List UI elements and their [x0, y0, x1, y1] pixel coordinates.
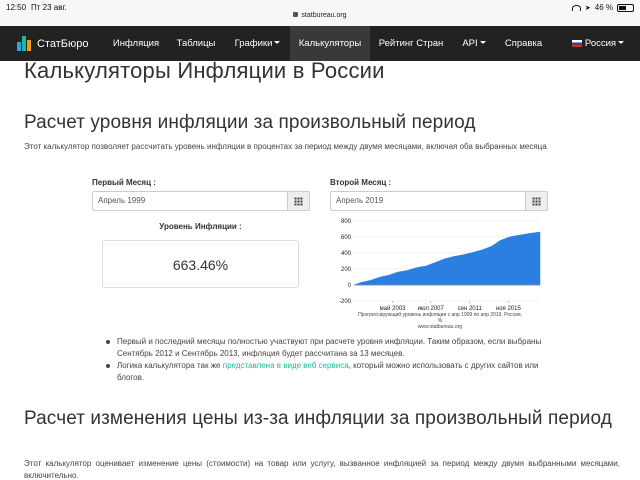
brand-logo-icon: [17, 36, 32, 51]
status-right: ➤ 46 %: [571, 3, 634, 12]
brand-name: СтатБюро: [37, 37, 89, 50]
lock-icon: [293, 12, 299, 17]
nav-item-charts[interactable]: Графики: [226, 26, 289, 61]
nav-item-country[interactable]: Россия: [566, 26, 630, 61]
second-month-picker: Апрель 2019: [330, 191, 548, 211]
nav-item-api[interactable]: API: [454, 26, 494, 61]
location-arrow-icon: ➤: [584, 4, 591, 12]
result-label: Уровень Инфляции :: [159, 222, 242, 231]
section-title-price-change: Расчет изменения цены из-за инфляции за …: [24, 408, 612, 429]
second-month-input[interactable]: Апрель 2019: [330, 191, 526, 211]
list-item: Логика калькулятора так же представлена …: [106, 360, 547, 384]
nav-item-country-rating[interactable]: Рейтинг Стран: [371, 26, 451, 61]
wifi-icon: [571, 4, 581, 11]
list-item: Первый и последний месяцы полностью учас…: [106, 336, 547, 360]
nav-item-inflation[interactable]: Инфляция: [106, 26, 166, 61]
chart-x-tick-label: май 2003: [380, 305, 406, 312]
nav-item-help[interactable]: Справка: [497, 26, 550, 61]
main-navbar: СтатБюро Инфляция Таблицы Графики Кальку…: [0, 26, 640, 61]
chevron-down-icon: [479, 41, 486, 44]
chart-y-tick-label: -200: [339, 299, 352, 305]
chart-y-tick-label: 200: [341, 267, 352, 273]
second-month-label: Второй Месяц :: [330, 178, 392, 187]
battery-icon: [617, 3, 634, 12]
inflation-chart-svg: 8006004002000-200май 2003 июл 2007 сен 201…: [339, 219, 541, 330]
inflation-result: 663.46%: [102, 240, 299, 288]
chart-series-area: [353, 231, 541, 286]
section-lead-price-change: Этот калькулятор оценивает изменение цен…: [24, 459, 620, 480]
russia-flag-icon: [571, 40, 582, 47]
nav-item-tables[interactable]: Таблицы: [166, 26, 226, 61]
first-month-label: Первый Месяц :: [92, 178, 156, 187]
chart-caption-line: www.statbureau.org: [418, 324, 462, 330]
second-month-calendar-button[interactable]: [526, 191, 548, 211]
chart-y-tick-label: 800: [341, 219, 352, 225]
status-bar: 12:50 Пт 23 авг. statbureau.org ➤ 46 %: [0, 0, 640, 26]
first-month-input[interactable]: Апрель 1999: [92, 191, 288, 211]
page-title: Калькуляторы Инфляции в России: [24, 58, 385, 83]
address-bar[interactable]: statbureau.org: [0, 12, 640, 19]
notes-list: Первый и последний месяцы полностью учас…: [106, 336, 547, 384]
calendar-grid-icon: [532, 197, 541, 206]
nav-item-calculators[interactable]: Калькуляторы: [290, 26, 370, 61]
inflation-chart: 800 600 400 200 0 -200 май 2003 июл 2007 сен 201…: [330, 215, 550, 330]
chart-y-tick-label: 600: [341, 235, 352, 241]
section-lead-inflation-rate: Этот калькулятор позволяет рассчитать ур…: [24, 142, 547, 151]
section-title-inflation-rate: Расчет уровня инфляции за произвольный п…: [24, 112, 476, 133]
status-time: 12:50: [6, 3, 27, 12]
calendar-grid-icon: [294, 197, 303, 206]
battery-percent: 46 %: [594, 3, 613, 12]
address-url: statbureau.org: [301, 12, 347, 19]
brand-link[interactable]: СтатБюро: [17, 26, 88, 61]
chart-caption-line: Прогрессирующий уровень инфляции с апр 1…: [358, 311, 522, 318]
chart-y-tick-label: 400: [341, 251, 352, 257]
status-date: Пт 23 авг.: [31, 3, 67, 12]
first-month-calendar-button[interactable]: [288, 191, 310, 211]
chart-y-tick-label: 0: [348, 283, 352, 289]
chevron-down-icon: [618, 41, 625, 44]
first-month-picker: Апрель 1999: [92, 191, 310, 211]
chevron-down-icon: [274, 41, 281, 44]
web-service-link[interactable]: представлена в виде веб сервиса: [223, 361, 349, 370]
